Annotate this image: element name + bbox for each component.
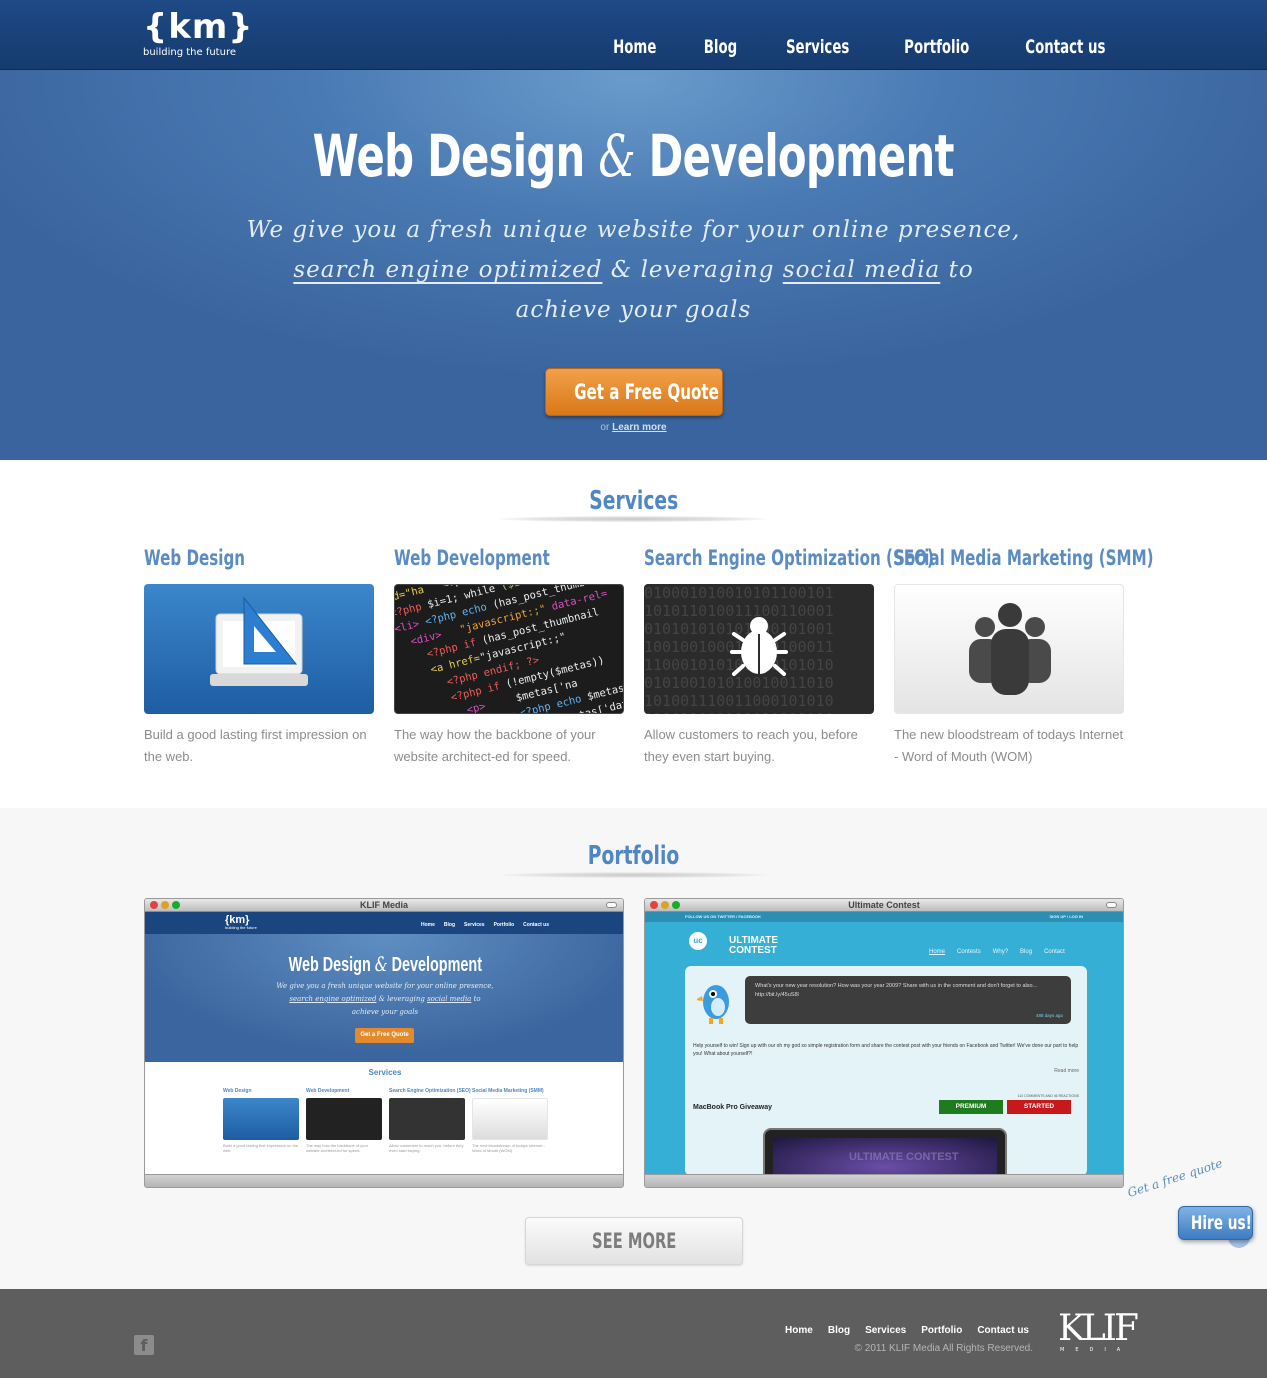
nav-portfolio[interactable]: Portfolio	[904, 36, 969, 58]
laptop-ruler-icon	[210, 596, 308, 686]
smm-thumbnail[interactable]	[894, 584, 1124, 714]
main-nav: Home Blog Services Portfolio Contact us	[607, 36, 1117, 58]
portfolio-section: Portfolio KLIF Media {km} building the f…	[0, 808, 1267, 1289]
hero-title: Web Design & Development	[0, 122, 1267, 190]
twitter-bird-icon	[695, 974, 735, 1026]
services-section: Services Web Design Build a good lasting…	[0, 460, 1267, 808]
service-title[interactable]: Social Media Marketing (SMM)	[894, 546, 1154, 570]
footer-nav-contact[interactable]: Contact us	[977, 1325, 1029, 1336]
facebook-icon[interactable]: f	[134, 1335, 154, 1355]
toolbar-pill-icon	[1106, 902, 1117, 908]
hero-section: Web Design & Development We give you a f…	[0, 70, 1267, 460]
site-footer: f Home Blog Services Portfolio Contact u…	[0, 1289, 1267, 1378]
service-web-development[interactable]: Web Development id="ha <?php while (have…	[394, 546, 626, 768]
service-title[interactable]: Web Design	[144, 546, 382, 570]
hero-title-amp: &	[598, 122, 636, 190]
footer-nav-blog[interactable]: Blog	[828, 1325, 850, 1336]
nav-contact[interactable]: Contact us	[1026, 36, 1106, 58]
hero-subtitle-line1: We give you a fresh unique website for y…	[246, 217, 1021, 243]
zoom-dot-icon	[172, 901, 180, 909]
web-design-thumbnail[interactable]	[144, 584, 374, 714]
portfolio-title: Portfolio	[587, 841, 680, 871]
footer-nav-home[interactable]: Home	[785, 1325, 813, 1336]
zoom-dot-icon	[672, 901, 680, 909]
copyright-text: © 2011 KLIF Media All Rights Reserved.	[854, 1343, 1033, 1354]
service-description: The new bloodstream of todays Internet -…	[894, 727, 1124, 764]
code-snippet-image: id="ha <?php while (have_ <?php $i=1; wh…	[394, 584, 624, 714]
web-development-thumbnail[interactable]: id="ha <?php while (have_ <?php $i=1; wh…	[394, 584, 624, 714]
toolbar-pill-icon	[606, 902, 617, 908]
service-description: Build a good lasting first impression on…	[144, 727, 367, 764]
logo-tagline: building the future	[143, 47, 236, 58]
nav-services[interactable]: Services	[786, 36, 849, 58]
service-description: The way how the backbone of your website…	[394, 727, 596, 764]
portfolio-item-ultimate-contest[interactable]: Ultimate Contest FOLLOW US ON TWITTER / …	[644, 898, 1124, 1188]
klif-media-logo: KLIF MEDIA	[1058, 1308, 1139, 1354]
logo-mark: {km}	[143, 7, 254, 47]
close-dot-icon	[150, 901, 158, 909]
top-navbar: {km} building the future Home Blog Servi…	[0, 0, 1267, 70]
portfolio-divider	[500, 872, 767, 878]
seo-phrase: search engine optimized	[293, 257, 603, 283]
window-titlebar: Ultimate Contest	[645, 899, 1123, 912]
service-web-design[interactable]: Web Design Build a good lasting first im…	[144, 546, 376, 768]
window-title: KLIF Media	[359, 900, 408, 910]
footer-nav-services[interactable]: Services	[865, 1325, 906, 1336]
service-title[interactable]: Search Engine Optimization (SEO)	[644, 546, 934, 570]
minimize-dot-icon	[661, 901, 669, 909]
portfolio-item-klif-media[interactable]: KLIF Media {km} building the future Home…	[144, 898, 624, 1188]
minimize-dot-icon	[161, 901, 169, 909]
hero-title-left: Web Design	[312, 122, 586, 190]
service-seo[interactable]: Search Engine Optimization (SEO) 0100010…	[644, 546, 934, 768]
see-more-button[interactable]: SEE MORE	[525, 1217, 743, 1265]
klif-screenshot: {km} building the future Home Blog Service…	[145, 912, 623, 1174]
hero-subtitle: We give you a fresh unique website for y…	[0, 210, 1267, 330]
nav-blog[interactable]: Blog	[703, 36, 736, 58]
service-smm[interactable]: Social Media Marketing (SMM) The new blo…	[894, 546, 1154, 768]
services-title: Services	[589, 486, 678, 516]
window-title: Ultimate Contest	[848, 900, 920, 910]
people-group-icon	[969, 603, 1051, 695]
bug-icon	[730, 617, 788, 676]
ultimate-contest-screenshot: FOLLOW US ON TWITTER / FACEBOOK SIGN UP …	[645, 912, 1123, 1174]
window-statusbar	[145, 1174, 623, 1187]
learn-more-line: or Learn more	[600, 422, 667, 433]
services-divider	[500, 516, 767, 522]
service-title[interactable]: Web Development	[394, 546, 632, 570]
social-media-phrase: social media	[782, 257, 941, 283]
hero-subtitle-line3: achieve your goals	[515, 297, 752, 323]
hire-us-button[interactable]: Hire us!	[1178, 1206, 1253, 1240]
hero-subtitle-line2: search engine optimized & leveraging soc…	[293, 257, 974, 283]
seo-thumbnail[interactable]: 010001010010101100101 101011010011100110…	[644, 584, 874, 714]
footer-nav-portfolio[interactable]: Portfolio	[921, 1325, 962, 1336]
site-logo[interactable]: {km} building the future	[143, 8, 253, 59]
window-titlebar: KLIF Media	[145, 899, 623, 912]
get-free-quote-button[interactable]: Get a Free Quote	[545, 368, 723, 416]
footer-nav: Home Blog Services Portfolio Contact us	[785, 1325, 1029, 1336]
window-statusbar	[645, 1174, 1123, 1187]
service-description: Allow customers to reach you, before the…	[644, 727, 858, 764]
hero-title-right: Development	[648, 122, 955, 190]
learn-more-link[interactable]: Learn more	[612, 422, 666, 433]
nav-home[interactable]: Home	[613, 36, 656, 58]
close-dot-icon	[650, 901, 658, 909]
